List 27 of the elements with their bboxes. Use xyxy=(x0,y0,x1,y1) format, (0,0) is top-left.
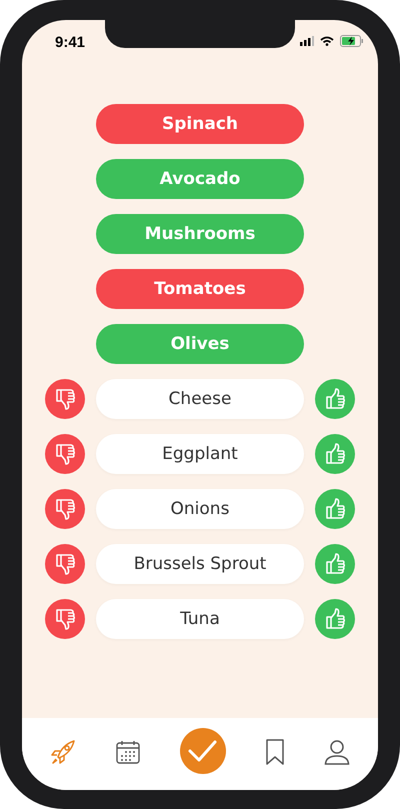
food-label: Onions xyxy=(96,489,304,529)
status-time: 9:41 xyxy=(55,34,86,50)
tab-button[interactable] xyxy=(324,739,350,765)
thumbs-down-icon[interactable] xyxy=(45,489,85,529)
food-button[interactable]: Tomatoes xyxy=(96,269,304,309)
food-label: Eggplant xyxy=(96,434,304,474)
thumbs-down-icon[interactable] xyxy=(45,434,85,474)
thumbs-down-icon[interactable] xyxy=(45,544,85,584)
thumbs-up-icon[interactable] xyxy=(315,599,355,639)
thumbs-up-icon[interactable] xyxy=(315,489,355,529)
food-button[interactable]: Mushrooms xyxy=(96,214,304,254)
food-button[interactable]: Spinach xyxy=(96,104,304,144)
wifi-icon xyxy=(320,36,334,46)
signal-icon xyxy=(300,36,314,46)
food-label: Tuna xyxy=(96,599,304,639)
thumbs-up-icon[interactable] xyxy=(315,379,355,419)
thumbs-down-icon[interactable] xyxy=(45,599,85,639)
thumbs-up-icon[interactable] xyxy=(315,434,355,474)
tab-button[interactable] xyxy=(114,739,141,765)
thumbs-down-icon[interactable] xyxy=(45,379,85,419)
food-button[interactable]: Avocado xyxy=(96,159,304,199)
food-label: Cheese xyxy=(96,379,304,419)
confirm-button[interactable] xyxy=(180,728,226,774)
tab-button[interactable] xyxy=(265,739,286,765)
food-label: Brussels Sprout xyxy=(96,544,304,584)
thumbs-up-icon[interactable] xyxy=(315,544,355,584)
food-button[interactable]: Olives xyxy=(96,324,304,364)
